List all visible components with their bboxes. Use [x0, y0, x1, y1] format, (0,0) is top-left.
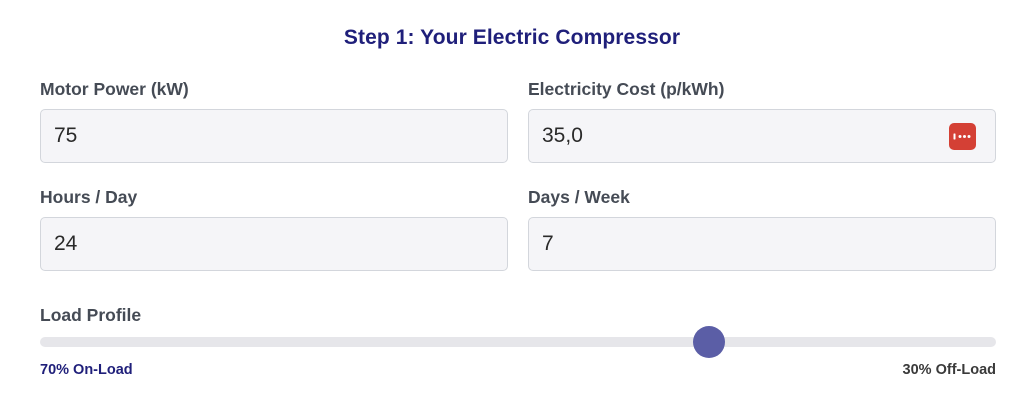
electricity-cost-input[interactable] [528, 109, 996, 163]
motor-power-input[interactable] [40, 109, 508, 163]
on-load-label: 70% On-Load [40, 362, 133, 378]
days-week-label: Days / Week [528, 187, 630, 207]
motor-power-label: Motor Power (kW) [40, 79, 189, 99]
hours-day-label: Hours / Day [40, 187, 138, 207]
electricity-cost-label: Electricity Cost (p/kWh) [528, 79, 725, 99]
days-week-input[interactable] [528, 217, 996, 271]
password-manager-icon[interactable] [949, 123, 976, 150]
load-profile-label: Load Profile [40, 305, 142, 325]
step-title: Step 1: Your Electric Compressor [343, 26, 681, 49]
off-load-label: 30% Off-Load [902, 362, 996, 378]
load-profile-slider-thumb[interactable] [693, 326, 726, 358]
hours-day-input[interactable] [40, 217, 508, 271]
calculator-step-panel: Step 1: Your Electric Compressor Motor P… [0, 0, 1024, 401]
load-profile-slider-track[interactable] [40, 337, 996, 347]
